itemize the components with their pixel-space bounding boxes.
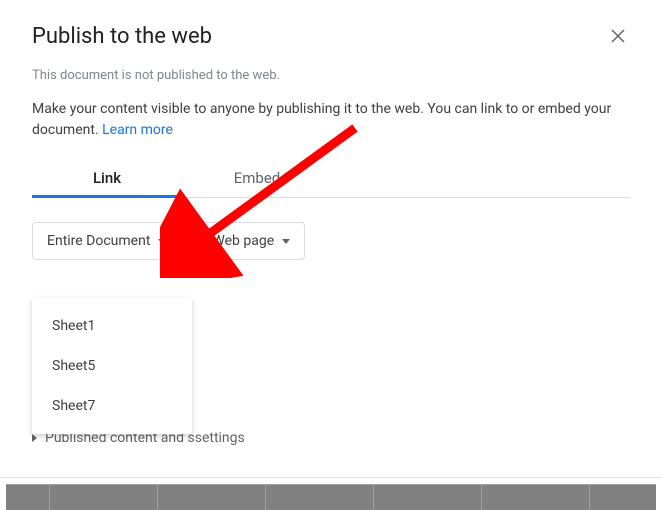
learn-more-link[interactable]: Learn more	[102, 122, 173, 138]
tab-link[interactable]: Link	[32, 169, 182, 197]
sheet-cell	[50, 484, 158, 510]
format-dropdown[interactable]: Web page	[197, 222, 305, 260]
scope-dropdown[interactable]: Entire Document	[32, 222, 181, 260]
sheet-cell	[590, 484, 656, 510]
caret-down-icon	[282, 239, 290, 244]
tab-embed[interactable]: Embed	[182, 169, 332, 197]
menu-item-sheet5[interactable]: Sheet5	[32, 346, 192, 386]
publish-status: This document is not published to the we…	[32, 68, 630, 83]
publish-dialog: Publish to the web This document is not …	[0, 0, 662, 478]
dialog-title: Publish to the web	[32, 24, 212, 49]
close-icon	[610, 28, 626, 44]
sheet-cell	[266, 484, 374, 510]
tab-bar: Link Embed	[32, 169, 630, 198]
sheet-cell	[482, 484, 590, 510]
dropdown-row: Entire Document Web page	[32, 222, 630, 260]
spreadsheet-background	[6, 484, 656, 510]
sheet-cell	[158, 484, 266, 510]
scope-label: Entire Document	[47, 233, 150, 249]
dialog-description: Make your content visible to anyone by p…	[32, 99, 630, 141]
caret-down-icon	[158, 239, 166, 244]
format-label: Web page	[212, 233, 274, 249]
close-button[interactable]	[606, 24, 630, 52]
dialog-header: Publish to the web	[32, 24, 630, 52]
sheet-cell	[374, 484, 482, 510]
sheet-cell	[6, 484, 50, 510]
menu-item-sheet1[interactable]: Sheet1	[32, 306, 192, 346]
menu-item-sheet7[interactable]: Sheet7	[32, 386, 192, 426]
chevron-right-icon	[32, 434, 37, 442]
scope-menu: Sheet1 Sheet5 Sheet7	[32, 298, 192, 434]
